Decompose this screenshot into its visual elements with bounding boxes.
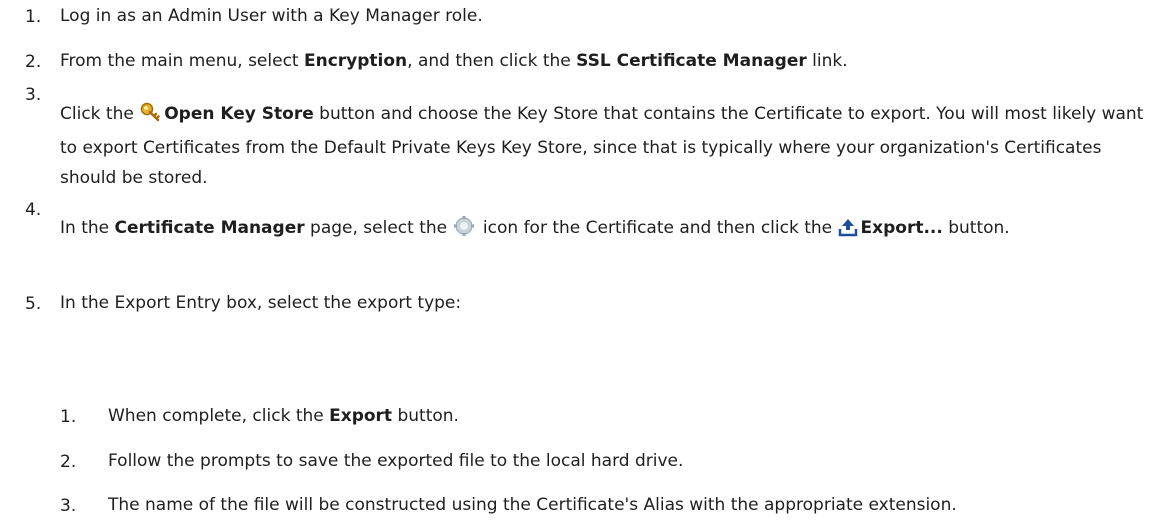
substep-number: 1. <box>60 407 77 427</box>
export-button-label: Export... <box>860 218 943 238</box>
step-number: 3. <box>25 85 42 105</box>
step-text: Log in as an Admin User with a Key Manag… <box>60 6 483 26</box>
substep-number: 2. <box>60 452 77 472</box>
ssl-certificate-manager-link-label: SSL Certificate Manager <box>576 51 807 71</box>
menu-encryption-label: Encryption <box>304 51 408 71</box>
substep-text: When complete, click the Export button. <box>108 406 459 426</box>
key-icon <box>139 101 161 133</box>
certificate-manager-label: Certificate Manager <box>114 218 305 238</box>
step-number: 1. <box>25 7 42 27</box>
substep-text: The name of the file will be constructed… <box>108 495 957 515</box>
substep-text: Follow the prompts to save the exported … <box>108 451 684 471</box>
export-button-label: Export <box>329 406 393 426</box>
open-key-store-label: Open Key Store <box>164 104 314 124</box>
step-text: From the main menu, select Encryption, a… <box>60 51 848 71</box>
step-number: 4. <box>25 200 42 220</box>
gear-icon <box>453 215 475 247</box>
export-icon <box>838 217 858 247</box>
step-text: In the Export Entry box, select the expo… <box>60 293 462 313</box>
step-number: 2. <box>25 52 42 72</box>
substep-number: 3. <box>60 496 77 516</box>
step-text: In the Certificate Manager page, select … <box>60 213 1160 247</box>
step-text: Click the Open Key Store button and choo… <box>60 99 1160 193</box>
step-number: 5. <box>25 294 42 314</box>
instructions-document: 1. Log in as an Admin User with a Key Ma… <box>0 0 1170 528</box>
